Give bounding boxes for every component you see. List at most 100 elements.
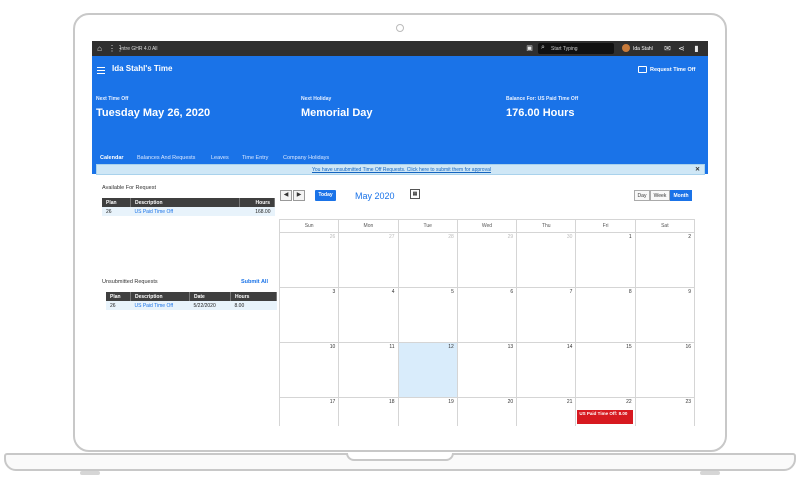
col-description[interactable]: Description: [130, 198, 240, 207]
laptop-notch: [346, 453, 454, 461]
laptop-foot: [700, 471, 720, 475]
calendar-day-cell[interactable]: 30: [516, 232, 577, 288]
month-calendar: Sun Mon Tue Wed Thu Fri Sat 26 27 28 29 30 1 2…: [278, 219, 696, 426]
calendar-day-cell[interactable]: 11: [338, 342, 399, 398]
search-input[interactable]: ⌕ Start Typing: [538, 43, 614, 54]
banner-link[interactable]: You have unsubmitted Time Off Requests. …: [97, 167, 706, 173]
screen-icon[interactable]: ▣: [525, 44, 534, 53]
calendar-day-cell[interactable]: 23: [634, 397, 696, 426]
mail-icon[interactable]: ✉: [663, 44, 672, 53]
day-number: 2: [688, 234, 691, 240]
kpi-next-time-off: Next Time Off Tuesday May 26, 2020: [96, 96, 210, 119]
table-row[interactable]: 26 US Paid Time Off 168.00: [102, 207, 275, 216]
calendar-day-cell[interactable]: 18: [338, 397, 399, 426]
app-name: Intre GHR 4.0 All: [120, 46, 158, 52]
calendar-day-cell[interactable]: 19: [397, 397, 458, 426]
calendar-day-cell[interactable]: 3: [278, 287, 340, 343]
calendar-week-row: 26 27 28 29 30 1 2: [278, 232, 696, 288]
weekday-header: Wed: [456, 219, 518, 233]
calendar-day-cell[interactable]: 28: [397, 232, 458, 288]
tab-company-holidays[interactable]: Company Holidays: [283, 155, 329, 161]
day-number: 17: [329, 399, 336, 405]
tab-leaves[interactable]: Leaves: [211, 155, 229, 161]
cell-plan: 26: [106, 301, 131, 310]
calendar-day-cell[interactable]: 4: [338, 287, 399, 343]
day-number: 11: [389, 344, 395, 350]
calendar-day-cell[interactable]: 2: [634, 232, 696, 288]
col-description[interactable]: Description: [130, 292, 190, 301]
available-table: Plan Description Hours 26 US Paid Time O…: [102, 198, 275, 216]
kpi-value: Memorial Day: [301, 107, 373, 119]
submit-all-button[interactable]: Submit All: [241, 279, 268, 285]
bookmark-icon[interactable]: ▮: [692, 44, 701, 53]
calendar-day-cell[interactable]: 29: [456, 232, 518, 288]
time-off-event[interactable]: US Paid Time Off: 8.00: [577, 410, 634, 424]
day-number: 27: [389, 234, 395, 240]
calendar-day-cell[interactable]: 6: [456, 287, 518, 343]
table-row[interactable]: 26 US Paid Time Off 5/22/2020 8.00: [106, 301, 277, 310]
cell-plan: 26: [102, 207, 131, 216]
view-month-button[interactable]: Month: [670, 190, 692, 201]
view-week-button[interactable]: Week: [650, 190, 670, 201]
kpi-value: 176.00 Hours: [506, 107, 575, 119]
day-number: 4: [391, 289, 395, 295]
col-plan[interactable]: Plan: [106, 292, 131, 301]
cell-date: 5/22/2020: [189, 301, 231, 310]
weekday-header: Thu: [516, 219, 577, 233]
kpi-label: Next Holiday: [301, 96, 332, 102]
calendar-day-cell[interactable]: 20: [456, 397, 518, 426]
day-number: 1: [628, 234, 632, 240]
day-number: 6: [510, 289, 514, 295]
user-name[interactable]: Ida Stahl: [633, 46, 653, 52]
avatar[interactable]: [622, 44, 630, 52]
tab-balances-and-requests[interactable]: Balances And Requests: [137, 155, 195, 161]
calendar-day-cell[interactable]: 27: [338, 232, 399, 288]
menu-icon[interactable]: [97, 67, 105, 76]
col-hours[interactable]: Hours: [239, 198, 275, 207]
calendar-day-cell[interactable]: 8: [575, 287, 636, 343]
home-icon[interactable]: ⌂: [95, 44, 104, 53]
calendar-day-cell[interactable]: 1: [575, 232, 636, 288]
camera: [396, 24, 404, 32]
calendar-day-cell[interactable]: 10: [278, 342, 340, 398]
unsubmitted-title: Unsubmitted Requests: [102, 279, 158, 285]
calendar-day-cell[interactable]: 12: [397, 342, 458, 398]
calendar-day-cell[interactable]: 14: [516, 342, 577, 398]
day-number: 18: [389, 399, 395, 405]
day-number: 14: [566, 344, 573, 350]
calendar-day-cell[interactable]: 16: [634, 342, 696, 398]
calendar-day-cell[interactable]: 22 US Paid Time Off: 8.00: [575, 397, 636, 426]
tab-time-entry[interactable]: Time Entry: [242, 155, 268, 161]
calendar-day-cell[interactable]: 5: [397, 287, 458, 343]
day-number: 13: [507, 344, 514, 350]
page-title: Ida Stahl's Time: [112, 64, 173, 73]
next-month-button[interactable]: ▶: [293, 190, 305, 201]
cell-description[interactable]: US Paid Time Off: [130, 207, 240, 216]
close-icon[interactable]: ✕: [695, 166, 700, 173]
prev-month-button[interactable]: ◀: [280, 190, 292, 201]
request-time-off-button[interactable]: Request Time Off: [638, 66, 695, 73]
calendar-day-cell[interactable]: 15: [575, 342, 636, 398]
cell-description[interactable]: US Paid Time Off: [130, 301, 190, 310]
system-bar: ⌂ ⋮⋮ Intre GHR 4.0 All ▣ ⌕ Start Typing …: [92, 41, 708, 56]
calendar-day-cell[interactable]: 9: [634, 287, 696, 343]
col-plan[interactable]: Plan: [102, 198, 131, 207]
col-date[interactable]: Date: [189, 292, 231, 301]
search-icon: ⌕: [541, 44, 545, 51]
calendar-day-cell[interactable]: 21: [516, 397, 577, 426]
app-grid-icon[interactable]: ⋮⋮: [108, 44, 124, 53]
weekday-header: Fri: [575, 219, 636, 233]
day-number: 21: [566, 399, 573, 405]
col-hours[interactable]: Hours: [230, 292, 277, 301]
calendar-day-cell[interactable]: 17: [278, 397, 340, 426]
share-icon[interactable]: ⋖: [677, 44, 686, 53]
calendar-icon[interactable]: ▦: [410, 189, 420, 199]
day-number: 8: [628, 289, 632, 295]
calendar-day-cell[interactable]: 13: [456, 342, 518, 398]
today-button[interactable]: Today: [315, 190, 336, 201]
calendar-day-cell[interactable]: 7: [516, 287, 577, 343]
calendar-day-cell[interactable]: 26: [278, 232, 340, 288]
day-number: 10: [329, 344, 336, 350]
view-day-button[interactable]: Day: [634, 190, 650, 201]
laptop-foot: [80, 471, 100, 475]
